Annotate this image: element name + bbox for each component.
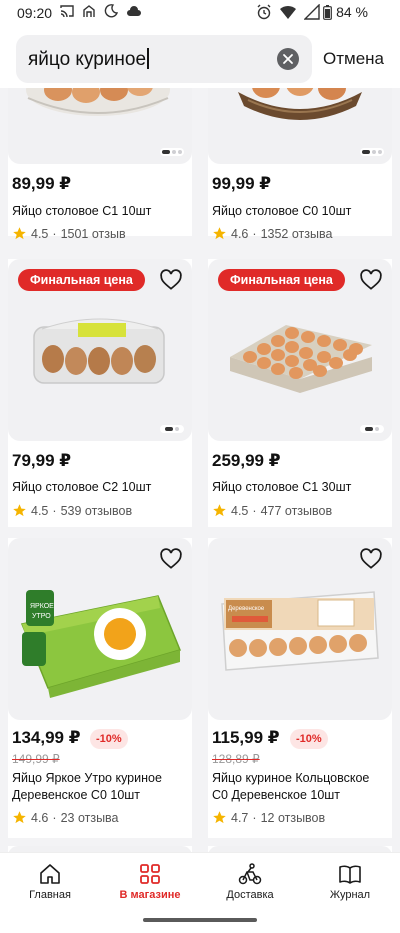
status-time: 09:20 (17, 5, 53, 21)
alarm-icon (257, 4, 271, 20)
review-count: 1501 отзыв (60, 226, 126, 241)
star-icon (13, 504, 26, 517)
product-price: 134,99 ₽ (12, 728, 81, 747)
store-icon (83, 5, 95, 17)
heart-icon[interactable] (158, 267, 184, 293)
product-rating: 4.5 · 1501 отзыв (12, 226, 126, 241)
review-count: 12 отзывов (260, 810, 326, 825)
moon-icon (104, 4, 118, 18)
old-price: 149,99 ₽ (12, 752, 60, 766)
tab-label: Журнал (329, 889, 371, 901)
product-image[interactable]: Финальная цена (208, 259, 392, 441)
rating-value: 4.6 (231, 226, 249, 241)
wifi-icon (280, 5, 296, 19)
battery-icon (323, 4, 332, 20)
discount-badge: -10% (90, 729, 128, 749)
product-price: 79,99 ₽ (12, 451, 72, 470)
search-input[interactable]: яйцо куриное (28, 49, 146, 70)
cancel-button[interactable]: Отмена (323, 49, 384, 69)
cloud-icon (127, 6, 141, 16)
review-count: 23 отзыва (60, 810, 119, 825)
old-price: 128,89 ₽ (212, 752, 260, 766)
product-image[interactable]: Деревенское (208, 538, 392, 720)
svg-text:Деревенское: Деревенское (228, 606, 265, 612)
signal-icon (304, 4, 320, 20)
product-rating: 4.5 · 539 отзывов (12, 503, 132, 518)
product-card[interactable]: Финальная цена 259,99 ₽ Яйцо столовое С1… (208, 259, 392, 527)
product-rating: 4.7 · 12 отзывов (212, 810, 325, 825)
search-field[interactable]: яйцо куриное (16, 35, 312, 83)
star-icon (213, 504, 226, 517)
product-name: Яйцо столовое С1 30шт (212, 480, 352, 494)
star-icon (213, 811, 226, 824)
home-icon (40, 864, 60, 884)
product-name: Яйцо куриное Кольцовское С0 Деревенское … (212, 771, 370, 802)
star-icon (213, 227, 226, 240)
status-bar: 09:20 84 % (0, 0, 400, 26)
product-name: Яйцо столовое С1 10шт (12, 204, 152, 218)
cast-icon (60, 5, 74, 18)
heart-icon[interactable] (358, 267, 384, 293)
product-name: Яйцо столовое С2 10шт (12, 480, 152, 494)
rating-value: 4.5 (231, 503, 249, 518)
svg-text:УТРО: УТРО (32, 613, 51, 620)
bottom-nav: Главная В магазине Доставка Журнал (0, 852, 400, 911)
heart-icon[interactable] (158, 546, 184, 572)
product-price: 99,99 ₽ (212, 174, 272, 193)
home-indicator[interactable] (143, 918, 257, 922)
product-image[interactable] (208, 88, 392, 164)
product-card[interactable]: 99,99 ₽ Яйцо столовое С0 10шт 4.6 · 1352 … (208, 88, 392, 241)
heart-icon[interactable] (358, 546, 384, 572)
product-grid[interactable]: 89,99 ₽ Яйцо столовое С1 10шт 4.5 · 1501 … (0, 88, 400, 853)
product-name: Яйцо Яркое Утро куриное Деревенское С0 1… (12, 771, 162, 802)
discount-badge: -10% (290, 729, 328, 749)
final-price-badge: Финальная цена (18, 269, 145, 291)
rating-value: 4.6 (31, 810, 49, 825)
rating-value: 4.5 (31, 226, 49, 241)
star-icon (13, 811, 26, 824)
rating-value: 4.7 (231, 810, 249, 825)
product-rating: 4.6 · 23 отзыва (12, 810, 119, 825)
tab-label: Главная (29, 889, 71, 901)
review-count: 1352 отзыва (260, 226, 333, 241)
product-price: 259,99 ₽ (212, 451, 281, 470)
close-icon (283, 54, 293, 64)
product-price: 89,99 ₽ (12, 174, 72, 193)
product-image[interactable] (8, 88, 192, 164)
image-pager (160, 148, 184, 156)
clear-search-button[interactable] (277, 48, 299, 70)
product-card[interactable]: 89,99 ₽ Яйцо столовое С1 10шт 4.5 · 1501 … (8, 88, 192, 241)
review-count: 539 отзывов (60, 503, 133, 518)
product-name: Яйцо столовое С0 10шт (212, 204, 352, 218)
product-card[interactable]: Деревенское 115,99 ₽ -10% 128,89 ₽ Яйцо … (208, 538, 392, 838)
image-pager (160, 425, 184, 433)
product-image[interactable]: Финальная цена (8, 259, 192, 441)
tab-label: Доставка (226, 889, 274, 901)
final-price-badge: Финальная цена (218, 269, 345, 291)
store-grid-icon (140, 864, 160, 884)
star-icon (13, 227, 26, 240)
product-price: 115,99 ₽ (212, 728, 280, 747)
tab-delivery[interactable]: Доставка (200, 853, 300, 911)
tab-journal[interactable]: Журнал (300, 853, 400, 911)
image-pager (360, 148, 384, 156)
tab-label: В магазине (119, 889, 181, 901)
image-pager (360, 425, 384, 433)
product-card[interactable]: ЯРКОЕ УТРО 134,99 ₽ -10% 149,99 ₽ Яйцо Я… (8, 538, 192, 838)
rating-value: 4.5 (31, 503, 49, 518)
product-rating: 4.6 · 1352 отзыва (212, 226, 332, 241)
product-rating: 4.5 · 477 отзывов (212, 503, 332, 518)
product-image[interactable]: ЯРКОЕ УТРО (8, 538, 192, 720)
courier-bike-icon (238, 863, 262, 885)
book-icon (339, 865, 361, 884)
svg-text:ЯРКОЕ: ЯРКОЕ (30, 603, 54, 610)
tab-in-store[interactable]: В магазине (100, 853, 200, 911)
battery-level: 84 % (336, 4, 368, 20)
product-card[interactable]: Финальная цена 79,99 ₽ Яйцо столовое С2 … (8, 259, 192, 527)
text-caret (147, 48, 150, 69)
review-count: 477 отзывов (260, 503, 333, 518)
tab-home[interactable]: Главная (0, 853, 100, 911)
